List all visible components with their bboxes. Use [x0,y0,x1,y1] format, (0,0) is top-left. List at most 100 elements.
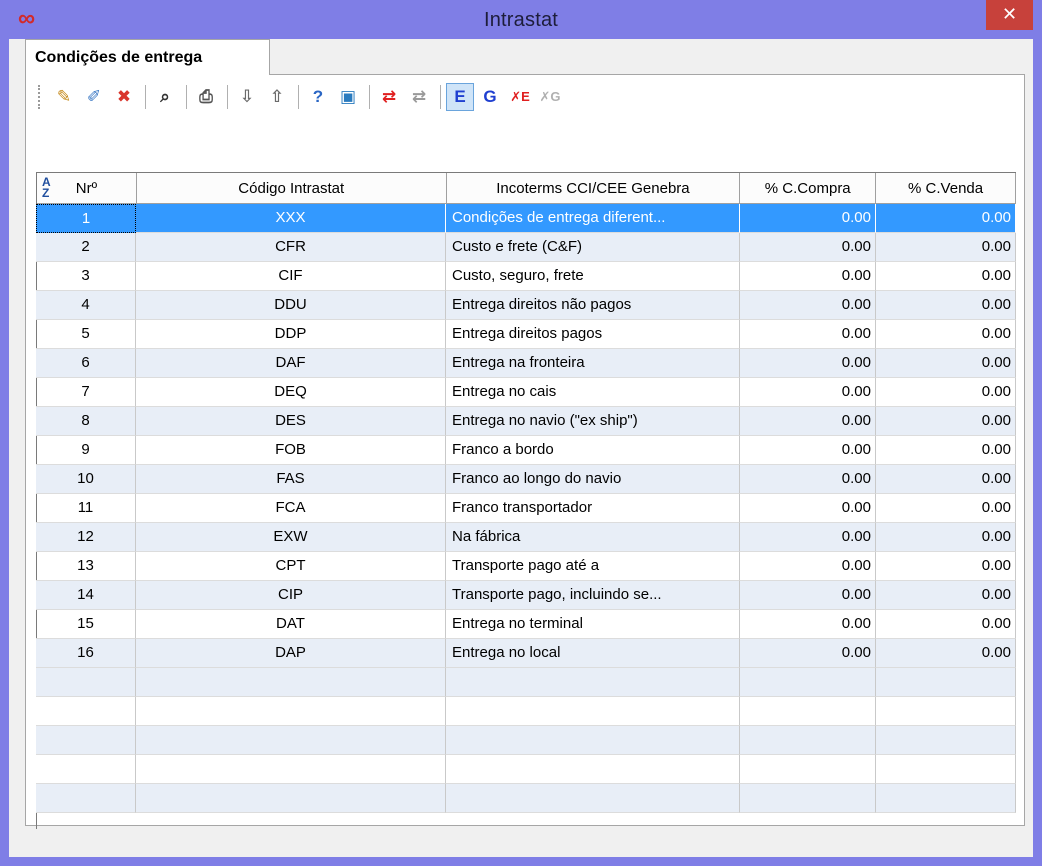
exit-icon[interactable]: ▣ [334,83,362,111]
table-row[interactable]: 7 DEQ Entrega no cais 0.00 0.00 [36,378,1016,407]
column-header-label: % C.Compra [764,179,851,197]
table-cell [36,668,136,697]
table-cell: Entrega no cais [446,378,740,407]
empty-table-row[interactable] [36,726,1016,755]
table-row[interactable]: 5 DDP Entrega direitos pagos 0.00 0.00 [36,320,1016,349]
swap-red-icon[interactable]: ⇄ [375,83,403,111]
table-row[interactable]: 9 FOB Franco a bordo 0.00 0.00 [36,436,1016,465]
table-cell: FOB [136,436,446,465]
column-header-4[interactable]: % C.Venda [876,173,1017,204]
table-cell: 0.00 [740,465,876,494]
table-cell: 0.00 [876,639,1016,668]
table-cell: 0.00 [740,436,876,465]
table-row[interactable]: 16 DAP Entrega no local 0.00 0.00 [36,639,1016,668]
search-binoculars-icon[interactable]: ⌕ [151,83,179,111]
table-cell [876,697,1016,726]
empty-table-row[interactable] [36,697,1016,726]
column-header-2[interactable]: Incoterms CCI/CEE Genebra [446,173,741,204]
table-cell [740,726,876,755]
table-row[interactable]: 3 CIF Custo, seguro, frete 0.00 0.00 [36,262,1016,291]
table-cell: FAS [136,465,446,494]
table-cell: Entrega direitos não pagos [446,291,740,320]
help-icon[interactable]: ? [304,83,332,111]
toolbar-grip[interactable] [38,85,44,109]
remove-e-icon[interactable]: ✗E [506,83,534,111]
table-row[interactable]: 8 DES Entrega no navio ("ex ship") 0.00 0.00 [36,407,1016,436]
table-cell: 0.00 [740,639,876,668]
table-row[interactable]: 11 FCA Franco transportador 0.00 0.00 [36,494,1016,523]
table-cell [446,668,740,697]
table-cell: Entrega no terminal [446,610,740,639]
table-cell: XXX [136,204,446,233]
sort-az-icon[interactable]: AZ [42,176,51,199]
empty-table-row[interactable] [36,755,1016,784]
table-cell: 10 [36,465,136,494]
table-cell: 0.00 [740,552,876,581]
letter-e-icon[interactable]: E [446,83,474,111]
import-icon[interactable]: ⇩ [233,83,261,111]
table-cell: Franco transportador [446,494,740,523]
new-record-icon[interactable]: ✎ [50,83,78,111]
table-row[interactable]: 15 DAT Entrega no terminal 0.00 0.00 [36,610,1016,639]
table-cell: 0.00 [876,349,1016,378]
table-row[interactable]: 12 EXW Na fábrica 0.00 0.00 [36,523,1016,552]
tab-condicoes-entrega[interactable]: Condições de entrega [25,39,270,75]
table-row[interactable]: 4 DDU Entrega direitos não pagos 0.00 0.00 [36,291,1016,320]
table-cell [876,755,1016,784]
table-cell: 7 [36,378,136,407]
table-cell: DDP [136,320,446,349]
table-cell: 0.00 [876,378,1016,407]
table-cell: 5 [36,320,136,349]
close-button[interactable]: ✕ [986,0,1033,30]
table-cell: 16 [36,639,136,668]
table-cell: 3 [36,262,136,291]
table-cell: 0.00 [740,523,876,552]
delete-record-icon[interactable]: ✖ [110,83,138,111]
export-icon[interactable]: ⇧ [263,83,291,111]
table-cell: 0.00 [740,204,876,233]
title-bar[interactable]: ∞ Intrastat ✕ [0,0,1042,40]
window-title: Intrastat [483,9,559,31]
table-cell: CIF [136,262,446,291]
table-cell: 14 [36,581,136,610]
letter-g-icon[interactable]: G [476,83,504,111]
toolbar: ✎ ✐ ✖ ⌕ ⎙ ⇩ ⇧? ▣ ⇄ ⇄ E G ✗E ✗G [32,80,1017,114]
table-cell: Entrega na fronteira [446,349,740,378]
column-header-1[interactable]: Código Intrastat [136,173,447,204]
table-cell: Custo e frete (C&F) [446,233,740,262]
toolbar-separator [186,85,187,109]
table-row[interactable]: 10 FAS Franco ao longo do navio 0.00 0.00 [36,465,1016,494]
table-row[interactable]: 1 XXX Condições de entrega diferent... 0.00… [36,204,1016,233]
table-row[interactable]: 13 CPT Transporte pago até a 0.00 0.00 [36,552,1016,581]
print-icon[interactable]: ⎙ [192,83,220,111]
table-cell [136,697,446,726]
table-cell: 9 [36,436,136,465]
swap-gray-icon[interactable]: ⇄ [405,83,433,111]
table-cell: Condições de entrega diferent... [446,204,740,233]
remove-g-icon[interactable]: ✗G [536,83,564,111]
column-header-label: Código Intrastat [238,179,345,197]
column-header-3[interactable]: % C.Compra [740,173,877,204]
table-cell: 0.00 [876,610,1016,639]
table-row[interactable]: 2 CFR Custo e frete (C&F) 0.00 0.00 [36,233,1016,262]
table-cell: 0.00 [740,610,876,639]
table-cell: DEQ [136,378,446,407]
table-cell: 0.00 [876,407,1016,436]
table-cell [446,784,740,813]
empty-table-row[interactable] [36,784,1016,813]
column-header-label: Incoterms CCI/CEE Genebra [496,179,690,197]
table-cell: Transporte pago, incluindo se... [446,581,740,610]
edit-record-icon[interactable]: ✐ [80,83,108,111]
table-cell: 2 [36,233,136,262]
table-row[interactable]: 14 CIP Transporte pago, incluindo se... 0.0… [36,581,1016,610]
table-cell [876,784,1016,813]
empty-table-row[interactable] [36,668,1016,697]
table-cell: 0.00 [876,291,1016,320]
table-cell: 0.00 [740,320,876,349]
table-cell: 0.00 [740,233,876,262]
table-cell [740,784,876,813]
table-cell: 0.00 [876,552,1016,581]
table-cell: 0.00 [740,349,876,378]
column-header-0[interactable]: A Z Nrº [37,173,137,204]
table-row[interactable]: 6 DAF Entrega na fronteira 0.00 0.00 [36,349,1016,378]
